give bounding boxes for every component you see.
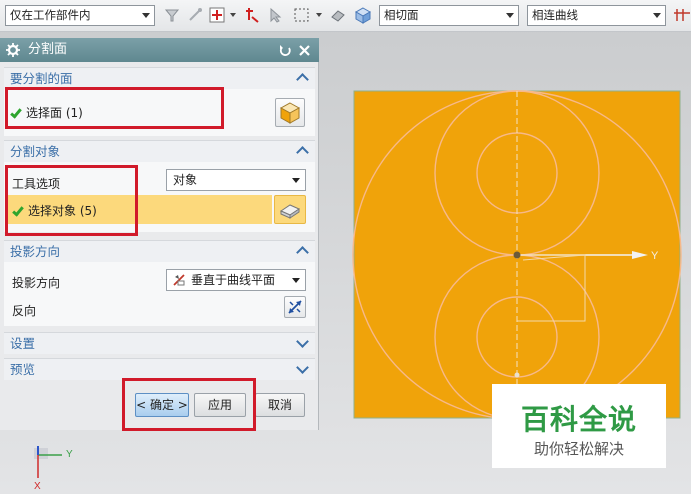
- highlight-box: [5, 165, 138, 236]
- section-preview-header[interactable]: 预览: [4, 358, 315, 380]
- chevron-up-icon: [296, 146, 309, 159]
- projection-direction-dropdown[interactable]: 垂直于曲线平面: [166, 269, 306, 291]
- chevron-down-icon: [292, 278, 300, 283]
- reverse-label: 反向: [12, 304, 37, 318]
- section-split-object-title: 分割对象: [10, 144, 61, 159]
- reverse-direction-button[interactable]: [284, 296, 306, 318]
- watermark-subtitle: 助你轻松解决: [533, 440, 624, 458]
- axis-point[interactable]: [514, 372, 520, 378]
- chevron-down-icon: [296, 335, 309, 348]
- highlight-box: [122, 378, 256, 431]
- section-face-to-split-header[interactable]: 要分割的面: [4, 67, 315, 89]
- tool-option-dropdown[interactable]: 对象: [166, 169, 306, 191]
- chevron-down-icon: [292, 178, 300, 183]
- triad-y-label: Y: [66, 449, 73, 460]
- dialog-title-bar[interactable]: 分割面: [0, 38, 319, 62]
- projection-direction-label: 投影方向: [12, 276, 61, 290]
- tool-option-value: 对象: [173, 173, 198, 187]
- cancel-button[interactable]: 取消: [255, 393, 305, 417]
- chevron-up-icon: [296, 246, 309, 259]
- close-icon[interactable]: [298, 44, 311, 57]
- face-cube-icon: [279, 102, 301, 124]
- curve-eraser-icon: [279, 204, 301, 219]
- section-projection-body: 投影方向 垂直于曲线平面 反向: [4, 262, 315, 326]
- chevron-down-icon: [296, 361, 309, 374]
- chevron-up-icon: [296, 73, 309, 86]
- split-face-dialog: 分割面 要分割的面 选择面 (1) 分割对象 工具选项 对象 选择对象 (5) …: [0, 38, 319, 431]
- dialog-title: 分割面: [28, 42, 68, 57]
- section-settings-title: 设置: [10, 336, 36, 351]
- section-projection-title: 投影方向: [10, 244, 61, 259]
- section-split-object-header[interactable]: 分割对象: [4, 140, 315, 162]
- triad-x-label: X: [34, 481, 41, 492]
- select-object-button[interactable]: [274, 195, 306, 224]
- highlight-box: [5, 87, 224, 129]
- reset-icon[interactable]: [279, 44, 292, 57]
- watermark-title: 百科全说: [520, 403, 637, 436]
- watermark-logo: 百科全说 助你轻松解决: [492, 384, 666, 468]
- axis-y-label: Y: [651, 250, 659, 262]
- select-face-button[interactable]: [275, 98, 305, 127]
- origin-point[interactable]: [513, 251, 521, 259]
- section-settings-header[interactable]: 设置: [4, 332, 315, 354]
- projection-direction-value: 垂直于曲线平面: [191, 273, 276, 287]
- section-preview-title: 预览: [10, 362, 36, 377]
- gear-icon: [6, 43, 20, 57]
- view-triad: [34, 446, 62, 478]
- section-face-to-split-title: 要分割的面: [10, 71, 73, 86]
- projection-icon: [173, 274, 185, 286]
- section-projection-header[interactable]: 投影方向: [4, 240, 315, 262]
- reverse-arrows-icon: [288, 300, 302, 314]
